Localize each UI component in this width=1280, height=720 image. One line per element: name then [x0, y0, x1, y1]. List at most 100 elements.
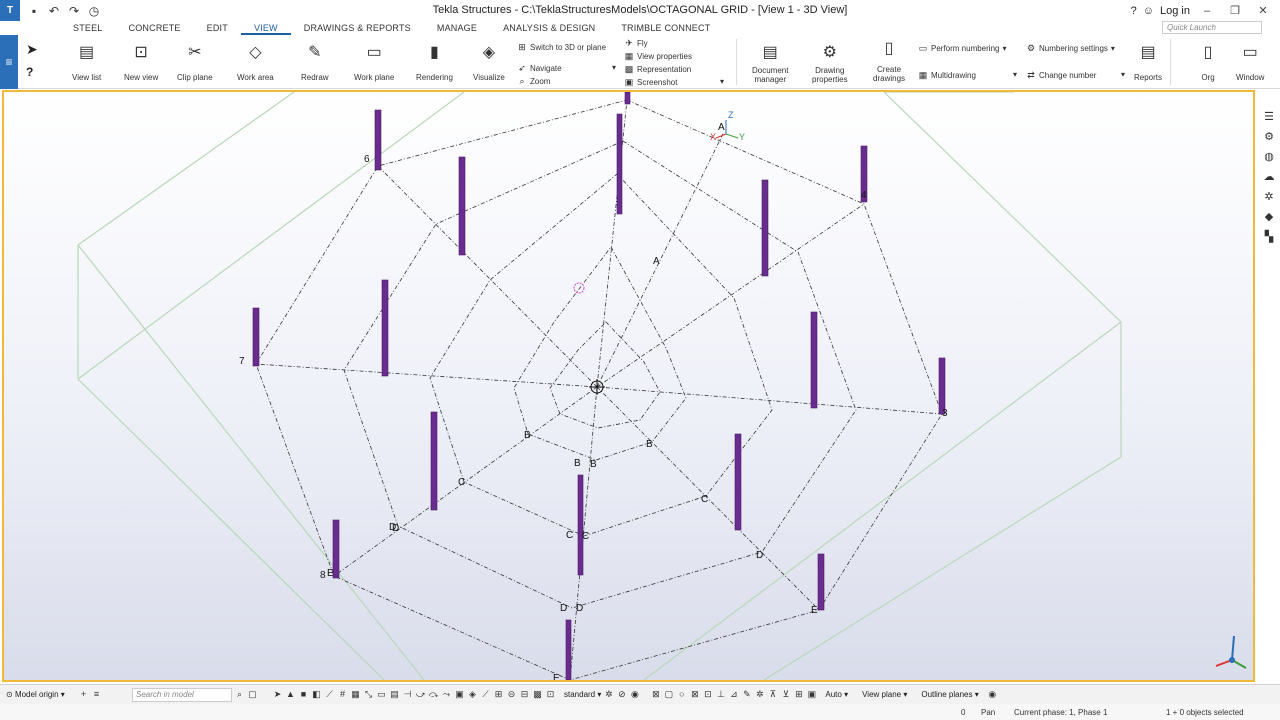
select-arrow-icon[interactable]: ➤ — [26, 41, 38, 58]
tab-manage[interactable]: MANAGE — [424, 21, 490, 35]
snap-help-icon[interactable]: ? — [26, 65, 33, 79]
select-component-icon[interactable]: ▤ — [389, 689, 400, 700]
change-number-button[interactable]: ⇄ Change number — [1026, 70, 1096, 81]
multidrawing-dropdown-icon[interactable]: ▾ — [1013, 70, 1017, 79]
select-cut-icon[interactable]: ⤼ — [428, 689, 439, 700]
undo-icon[interactable]: ↶ — [46, 3, 62, 19]
zoom-button[interactable]: ⌕ Zoom — [517, 76, 550, 87]
select-group-icon[interactable]: ▩ — [532, 689, 543, 700]
snap-center-icon[interactable]: ○ — [676, 689, 687, 700]
view-plane-dropdown[interactable]: View plane ▾ — [862, 690, 907, 699]
navigate-button[interactable]: ➶ Navigate — [517, 63, 561, 74]
select-rebar-icon[interactable]: ⊞ — [493, 689, 504, 700]
3d-view-viewport[interactable]: 6 7 8 4 3 A A B B B B C C C C D D D D D — [2, 90, 1255, 682]
select-reference-icon[interactable]: ▭ — [376, 689, 387, 700]
window-button[interactable]: ▭ Window — [1236, 41, 1264, 82]
login-link[interactable]: Log in — [1160, 5, 1190, 17]
snap-free-icon[interactable]: ✲ — [754, 689, 765, 700]
select-connection-icon[interactable]: ⊣ — [402, 689, 413, 700]
select-grid-icon[interactable]: # — [337, 689, 348, 700]
tab-steel[interactable]: STEEL — [60, 21, 116, 35]
rendering-button[interactable]: ▮ Rendering — [416, 41, 453, 82]
switch-3d-button[interactable]: ⊞ Switch to 3D or plane — [517, 42, 606, 53]
snap-reference-icon[interactable]: ⊠ — [650, 689, 661, 700]
select-view-icon[interactable]: ▣ — [454, 689, 465, 700]
side-menu-icon[interactable]: ≡ — [0, 35, 18, 89]
help-icon[interactable]: ? — [1131, 5, 1137, 17]
properties-icon[interactable]: ☰ — [1261, 110, 1277, 124]
snap-grid-icon[interactable]: ⊻ — [780, 689, 791, 700]
select-assembly-icon[interactable]: ▲ — [285, 689, 296, 700]
select-filter-icon[interactable]: ⊡ — [545, 689, 556, 700]
work-area-button[interactable]: ◇ Work area — [237, 41, 274, 82]
redraw-button[interactable]: ✎ Redraw — [301, 41, 329, 82]
search-icon[interactable]: ⌕ — [234, 689, 245, 700]
eye-icon[interactable]: ◉ — [987, 689, 998, 700]
minimize-button[interactable]: – — [1196, 5, 1218, 17]
new-view-button[interactable]: ⊡ New view — [124, 41, 158, 82]
select-tool-icon[interactable]: ➤ — [272, 689, 283, 700]
components-icon[interactable]: ▚ — [1261, 230, 1277, 244]
visibility-icon[interactable]: ◉ — [629, 689, 640, 700]
select-load-icon[interactable]: ⤳ — [441, 689, 452, 700]
select-point-icon[interactable]: ◈ — [467, 689, 478, 700]
tab-view[interactable]: VIEW — [240, 21, 291, 35]
clear-search-icon[interactable]: ▢ — [247, 689, 258, 700]
tab-drawings-reports[interactable]: DRAWINGS & REPORTS — [291, 21, 424, 35]
perform-numbering-button[interactable]: ▭ Perform numbering ▾ — [918, 43, 1007, 54]
snap-override-icon[interactable]: ⊘ — [616, 689, 627, 700]
snap-3d-icon[interactable]: ▣ — [806, 689, 817, 700]
document-manager-button[interactable]: ▤ Document manager — [752, 41, 788, 84]
drawing-properties-button[interactable]: ⚙ Drawing properties — [812, 41, 848, 84]
tab-edit[interactable]: EDIT — [194, 21, 241, 35]
select-part-icon[interactable]: ■ — [298, 689, 309, 700]
close-button[interactable]: ✕ — [1252, 4, 1274, 17]
select-weld-icon[interactable]: ▦ — [350, 689, 361, 700]
visualize-button[interactable]: ◈ Visualize — [473, 41, 505, 82]
snap-perpendicular-icon[interactable]: ⊥ — [715, 689, 726, 700]
save-icon[interactable]: ▪ — [26, 3, 42, 19]
organizer-button[interactable]: ▯ Org — [1196, 41, 1220, 82]
change-number-dropdown-icon[interactable]: ▾ — [1121, 70, 1125, 79]
select-object-icon[interactable]: ⊟ — [519, 689, 530, 700]
select-bolt-icon[interactable]: ⤡ — [363, 689, 374, 700]
search-model-input[interactable]: Search in model — [132, 687, 232, 702]
selection-filter-dropdown[interactable]: standard ▾ — [564, 690, 601, 699]
cube-icon[interactable]: ◆ — [1261, 210, 1277, 224]
list-icon[interactable]: ≡ — [91, 689, 102, 700]
clip-plane-button[interactable]: ✂ Clip plane — [177, 41, 213, 82]
create-drawings-button[interactable]: ▯ Create drawings — [873, 37, 905, 83]
cloud-icon[interactable]: ☁ — [1261, 170, 1277, 184]
status-phase[interactable]: Current phase: 1, Phase 1 — [1014, 708, 1107, 717]
representation-button[interactable]: ▩ Representation — [624, 64, 692, 75]
globe-icon[interactable]: ◍ — [1261, 150, 1277, 164]
view-properties-button[interactable]: ▦ View properties — [624, 51, 692, 62]
history-icon[interactable]: ◷ — [86, 3, 102, 19]
snap-nearest-icon[interactable]: ⊿ — [728, 689, 739, 700]
multidrawing-button[interactable]: ▦ Multidrawing — [918, 70, 976, 81]
redo-icon[interactable]: ↷ — [66, 3, 82, 19]
tab-analysis-design[interactable]: ANALYSIS & DESIGN — [490, 21, 608, 35]
user-icon[interactable]: ☺ — [1143, 5, 1154, 17]
select-line-icon[interactable]: ⟋ — [480, 689, 491, 700]
select-pour-icon[interactable]: ⊝ — [506, 689, 517, 700]
screenshot-button[interactable]: ▣ Screenshot — [624, 77, 678, 88]
fly-button[interactable]: ✈ Fly — [624, 38, 647, 49]
tab-concrete[interactable]: CONCRETE — [116, 21, 194, 35]
settings-icon[interactable]: ⚙ — [1261, 130, 1277, 144]
snap-extension-icon[interactable]: ⊼ — [767, 689, 778, 700]
model-canvas[interactable]: 6 7 8 4 3 A A B B B B C C C C D D D D D — [4, 92, 1253, 680]
auto-dropdown[interactable]: Auto ▾ — [825, 690, 848, 699]
select-plane-icon[interactable]: ⤻ — [415, 689, 426, 700]
outline-planes-dropdown[interactable]: Outline planes ▾ — [921, 690, 978, 699]
tab-trimble-connect[interactable]: TRIMBLE CONNECT — [608, 21, 723, 35]
numbering-settings-button[interactable]: ⚙ Numbering settings ▾ — [1026, 43, 1115, 54]
restore-button[interactable]: ❐ — [1224, 4, 1246, 17]
snap-line-icon[interactable]: ✎ — [741, 689, 752, 700]
work-plane-button[interactable]: ▭ Work plane — [354, 41, 394, 82]
snap-point-icon[interactable]: ⊞ — [793, 689, 804, 700]
add-icon[interactable]: + — [78, 689, 89, 700]
quick-launch-input[interactable]: Quick Launch — [1162, 21, 1262, 34]
more-view-dropdown-icon[interactable]: ▾ — [720, 77, 724, 86]
snap-settings-icon[interactable]: ✲ — [603, 689, 614, 700]
